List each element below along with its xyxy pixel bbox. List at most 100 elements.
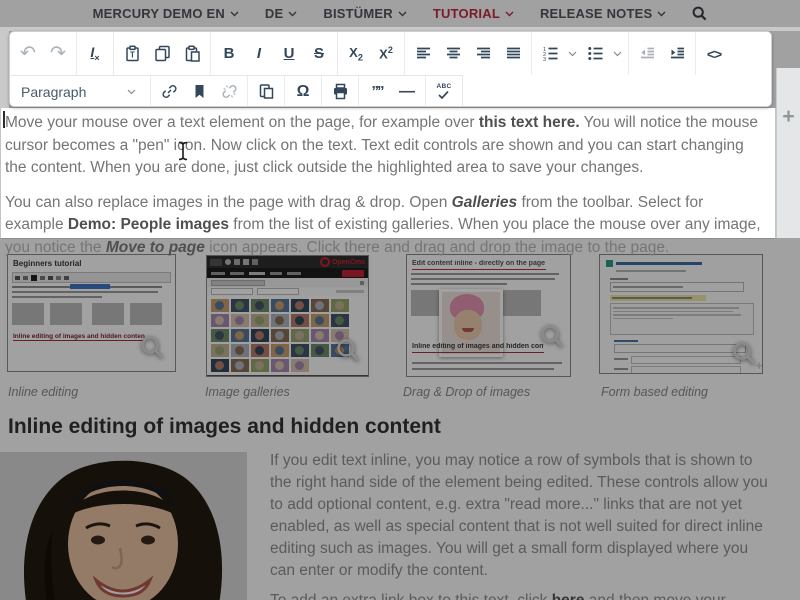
mini-textarea (610, 303, 754, 335)
editor-toolbar: ↶↷I×TBIUSX2X2123<> ParagraphΩ””—ABC (9, 31, 772, 107)
gallery-face-thumb (231, 299, 249, 312)
zoom-icon[interactable] (139, 334, 165, 365)
thumbnail-caption: Inline editing (8, 385, 78, 399)
toolbar-group: <> (696, 32, 732, 75)
mini-thumb-row (8, 298, 175, 325)
mini-section-heading: Inline editing of images and hidden cont… (412, 343, 544, 353)
thumbnail-form-editing[interactable]: + (600, 255, 762, 373)
zoom-icon[interactable] (539, 323, 565, 354)
article-image[interactable] (0, 452, 247, 600)
thumbnail-inline-editing[interactable]: Beginners tutorial Inline editing of ima… (8, 255, 175, 371)
toolbar-group (322, 76, 359, 107)
text-caret (3, 111, 5, 128)
toolbar-group: T (114, 32, 211, 75)
gallery-face-thumb (271, 359, 289, 372)
toolbar-button-blockquote-icon[interactable]: ”” (362, 76, 392, 107)
editor-highlight-gutter (0, 31, 9, 108)
gallery-face-thumb (331, 299, 349, 312)
gallery-face-thumb (251, 359, 269, 372)
gallery-face-thumb (271, 314, 289, 327)
paragraph-format-select[interactable]: Paragraph (13, 76, 147, 107)
toolbar-button-underline-icon[interactable]: U (274, 32, 304, 75)
gallery-face-thumb (291, 299, 309, 312)
unordered-list-dropdown-chevron-icon[interactable] (610, 51, 625, 57)
toolbar-button-special-character-icon[interactable]: Ω (288, 76, 318, 107)
gallery-face-thumb (271, 329, 289, 342)
gallery-face-thumb (291, 344, 309, 357)
gallery-face-thumb (291, 329, 309, 342)
toolbar-button-print-icon[interactable] (325, 76, 355, 107)
toolbar-button-paste-as-text-icon[interactable]: T (117, 32, 147, 75)
editor-paragraph: You can also replace images in the page … (5, 192, 765, 260)
nav-item-tutorial[interactable]: TUTORIAL (433, 6, 514, 21)
toolbar-button-anchor-icon[interactable] (184, 76, 214, 107)
toolbar-button-align-left-icon[interactable] (408, 32, 438, 75)
gallery-face-thumb (271, 299, 289, 312)
toolbar-button-horizontal-rule-icon[interactable]: — (392, 76, 422, 107)
svg-text:3: 3 (543, 57, 546, 62)
nav-item-bist-mer[interactable]: BISTÜMER (323, 6, 407, 21)
toolbar-button-redo-icon: ↷ (43, 32, 73, 75)
toolbar-button-unlink-icon (214, 76, 244, 107)
gallery-face-thumb (211, 329, 229, 342)
toolbar-group (405, 32, 532, 75)
zoom-icon[interactable] (335, 337, 361, 368)
search-icon[interactable] (692, 6, 707, 21)
gallery-face-thumb (291, 359, 309, 372)
mini-toolbar (12, 272, 171, 283)
gallery-face-thumb (251, 299, 269, 312)
toolbar-row-2: Paragraph Ω ””—ABC (10, 75, 463, 107)
toolbar-button-italic-icon[interactable]: I (244, 32, 274, 75)
toolbar-button-paste-icon[interactable] (177, 32, 207, 75)
toolbar-button-align-center-icon[interactable] (438, 32, 468, 75)
section-heading: Inline editing of images and hidden cont… (8, 415, 441, 439)
main-nav: MERCURY DEMO EN DE BISTÜMER TUTORIAL RELEASE… (0, 0, 800, 27)
mini-filter-row (207, 287, 368, 296)
toolbar-button-align-right-icon[interactable] (468, 32, 498, 75)
editor-text-area[interactable]: Move your mouse over a text element on t… (0, 108, 776, 239)
article-text: If you edit text inline, you may notice … (270, 450, 774, 600)
gallery-face-thumb (211, 344, 229, 357)
gallery-face-thumb (231, 344, 249, 357)
thumbnail-caption: Drag & Drop of images (403, 385, 530, 399)
thumbnail-image-galleries[interactable]: OpenCms (207, 256, 368, 376)
toolbar-button-spellcheck-icon[interactable]: ABC (429, 76, 459, 107)
gallery-face-thumb (211, 314, 229, 327)
toolbar-group: Ω (285, 76, 322, 107)
nav-item-mercury-demo-en[interactable]: MERCURY DEMO EN (93, 6, 239, 21)
woman-portrait-illustration (0, 452, 247, 600)
thumbnail-drag-drop[interactable]: Edit content inline - directly on the pa… (407, 255, 570, 376)
toolbar-button-align-justify-icon[interactable] (498, 32, 528, 75)
toolbar-button-strikethrough-icon[interactable]: S (304, 32, 334, 75)
gallery-face-thumb (251, 344, 269, 357)
gallery-face-thumb (251, 329, 269, 342)
toolbar-button-outdent-icon (632, 32, 662, 75)
gallery-face-thumb (211, 299, 229, 312)
add-icon[interactable]: + (782, 106, 794, 238)
toolbar-button-copy-icon[interactable] (147, 32, 177, 75)
gallery-face-thumb (311, 329, 329, 342)
gallery-face-thumb (231, 359, 249, 372)
thumbnail-caption: Form based editing (601, 385, 708, 399)
toolbar-button-insert-link-icon[interactable] (154, 76, 184, 107)
toolbar-button-superscript-icon[interactable]: X2 (371, 32, 401, 75)
toolbar-button-ordered-list-icon[interactable]: 123 (535, 32, 565, 75)
screen: MERCURY DEMO EN DE BISTÜMER TUTORIAL RELEASE… (0, 0, 800, 600)
toolbar-button-indent-icon[interactable] (662, 32, 692, 75)
gallery-face-thumb (231, 314, 249, 327)
gallery-face-thumb (311, 314, 329, 327)
toolbar-button-unordered-list-icon[interactable] (580, 32, 610, 75)
toolbar-button-remove-format-icon[interactable]: I× (80, 32, 110, 75)
mini-search-row (207, 278, 368, 287)
nav-item-release-notes[interactable]: RELEASE NOTES (540, 6, 666, 21)
nav-item-de[interactable]: DE (265, 6, 297, 21)
toolbar-button-subscript-icon[interactable]: X2 (341, 32, 371, 75)
toolbar-group: BIUS (211, 32, 338, 75)
mouse-cursor-ibeam (177, 141, 189, 166)
ordered-list-dropdown-chevron-icon[interactable] (565, 51, 580, 57)
toolbar-button-source-code-icon[interactable]: <> (699, 32, 729, 75)
toolbar-button-bold-icon[interactable]: B (214, 32, 244, 75)
zoom-icon[interactable] (731, 340, 757, 371)
toolbar-button-copy-page-icon[interactable] (251, 76, 281, 107)
gallery-face-thumb (311, 344, 329, 357)
